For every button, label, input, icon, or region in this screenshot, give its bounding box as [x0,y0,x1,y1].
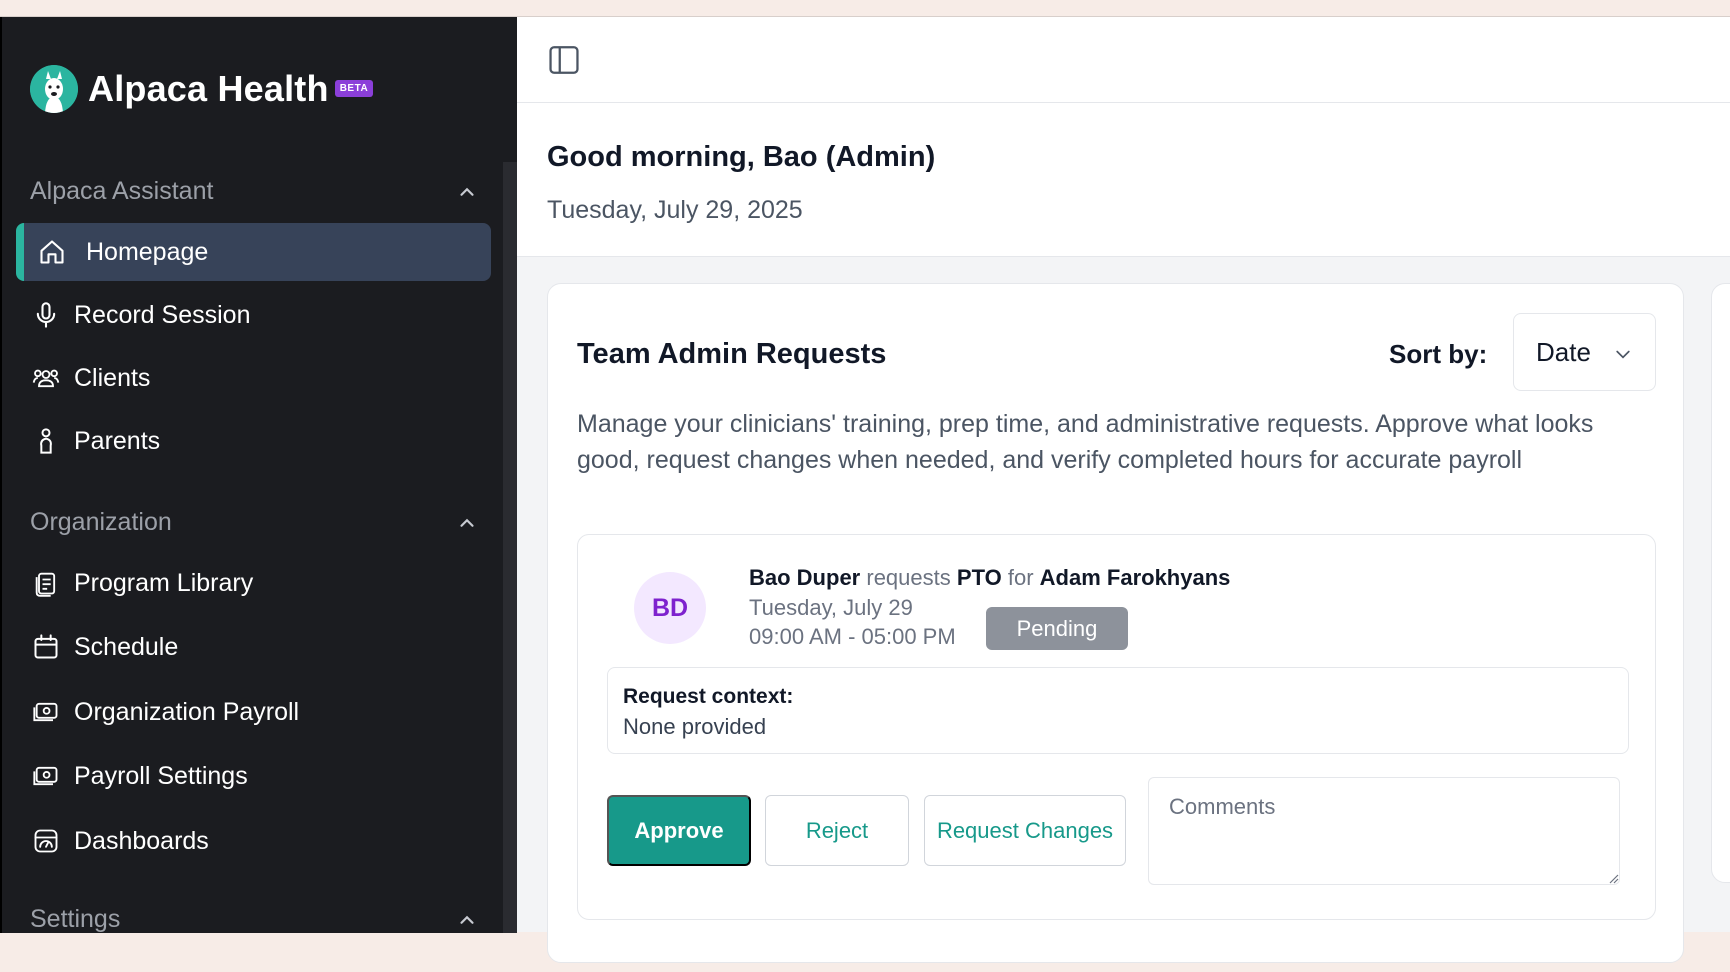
sidebar-item-label: Schedule [74,632,179,661]
document-icon [32,569,60,597]
card-title: Team Admin Requests [577,338,887,370]
beta-badge: BETA [334,79,374,97]
sidebar-item-label: Record Session [74,300,251,329]
context-value: None provided [623,714,767,739]
section-title: Organization [30,508,172,536]
sidebar-toggle-icon[interactable] [547,43,581,77]
context-label: Request context: [623,685,794,708]
sidebar-item-payroll-settings[interactable]: Payroll Settings [16,747,491,805]
sidebar-item-schedule[interactable]: Schedule [16,618,491,676]
calendar-icon [32,633,60,661]
top-bar [517,17,1730,103]
app-window: Alpaca Health BETA Alpaca Assistant Home… [0,16,1730,963]
main-content: Good morning, Bao (Admin) Tuesday, July … [517,17,1730,963]
home-icon [38,238,66,266]
sort-value: Date [1536,336,1591,367]
alpaca-logo-icon [30,65,78,113]
sidebar-item-dashboards[interactable]: Dashboards [16,812,491,870]
avatar: BD [634,572,706,644]
sidebar-item-label: Organization Payroll [74,697,300,726]
sidebar-item-label: Program Library [74,568,254,597]
chevron-up-icon [460,915,474,924]
sidebar-item-record-session[interactable]: Record Session [16,286,491,344]
sidebar-item-label: Payroll Settings [74,761,248,790]
sort-label: Sort by: [1389,339,1488,369]
reject-button[interactable]: Reject [765,795,909,866]
sidebar-item-clients[interactable]: Clients [16,349,491,407]
comments-field[interactable] [1148,777,1620,885]
payroll-icon [32,698,60,726]
requester-name: Bao Duper [749,565,861,590]
current-date: Tuesday, July 29, 2025 [547,196,803,224]
sort-dropdown[interactable]: Date [1513,313,1656,391]
chevron-down-icon [1616,350,1630,359]
sidebar-item-homepage[interactable]: Homepage [16,223,491,281]
request-verb: requests [866,565,951,590]
request-context: Request context: None provided [607,667,1629,754]
microphone-icon [32,301,60,329]
card-description: Manage your clinicians' training, prep t… [577,410,1594,474]
resize-grip-icon[interactable] [1607,872,1619,884]
chevron-up-icon [460,187,474,196]
person-icon [32,427,60,455]
brand-name: Alpaca Health [88,68,329,109]
users-icon [32,364,60,392]
greeting-header: Good morning, Bao (Admin) Tuesday, July … [517,103,1730,257]
chevron-up-icon [460,518,474,527]
section-alpaca-assistant[interactable]: Alpaca Assistant [30,177,478,206]
brand[interactable]: Alpaca Health BETA [30,65,374,113]
request-date: Tuesday, July 29 [749,595,913,620]
sidebar-item-program-library[interactable]: Program Library [16,554,491,612]
request-item: BD Bao Duper requests PTO for Adam Farok… [577,534,1656,920]
sidebar-scrollbar[interactable] [503,162,517,933]
sidebar-item-label: Clients [74,363,151,392]
request-subject: Adam Farokhyans [1039,565,1231,590]
sidebar-item-organization-payroll[interactable]: Organization Payroll [16,683,491,741]
sidebar-item-label: Parents [74,426,161,455]
team-admin-requests-card: Team Admin Requests Sort by: Date Manage… [547,283,1684,963]
section-title: Settings [30,905,121,933]
section-settings[interactable]: Settings [30,905,478,933]
section-title: Alpaca Assistant [30,177,214,205]
payroll-settings-icon [32,762,60,790]
section-organization[interactable]: Organization [30,508,478,537]
secondary-card [1711,283,1730,883]
next-request-item [577,962,1656,972]
sidebar: Alpaca Health BETA Alpaca Assistant Home… [0,17,517,933]
request-time: 09:00 AM - 05:00 PM [749,624,956,649]
request-changes-button[interactable]: Request Changes [924,795,1126,866]
approve-button[interactable]: Approve [607,795,751,866]
sidebar-item-parents[interactable]: Parents [16,412,491,470]
sidebar-item-label: Dashboards [74,826,209,855]
request-type: PTO [956,565,1002,590]
page-title: Good morning, Bao (Admin) [547,141,936,173]
request-for: for [1007,565,1034,590]
request-summary: Bao Duper requests PTO for Adam Farokhya… [749,565,1230,591]
dashboard-icon [32,827,60,855]
sidebar-item-label: Homepage [86,237,209,266]
status-badge: Pending [986,607,1128,650]
